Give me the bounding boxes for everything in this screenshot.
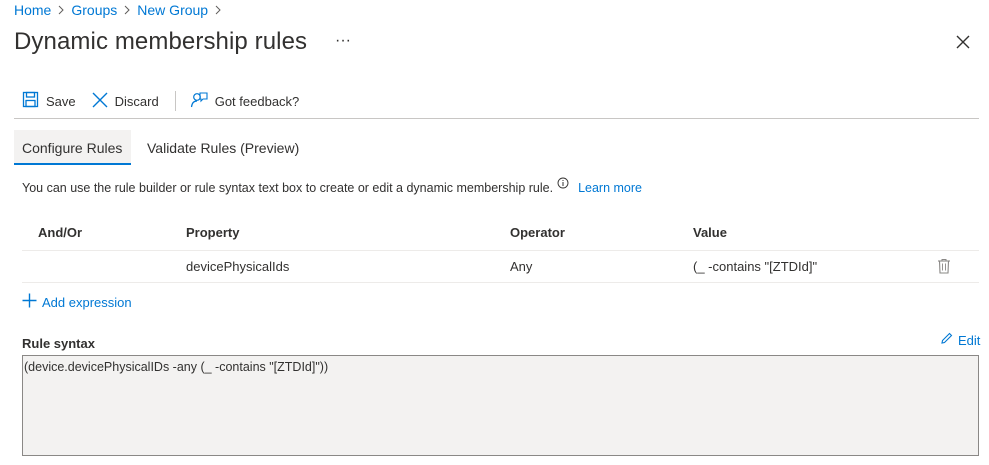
save-label: Save (46, 93, 76, 109)
breadcrumb-home[interactable]: Home (14, 2, 51, 18)
save-icon (22, 91, 39, 111)
page-title: Dynamic membership rules (14, 28, 308, 55)
close-icon[interactable] (952, 31, 974, 53)
column-header-value: Value (693, 225, 727, 240)
chevron-right-icon (57, 2, 65, 18)
edit-button[interactable]: Edit (940, 332, 980, 348)
save-button[interactable]: Save (22, 91, 76, 111)
edit-label: Edit (958, 332, 981, 348)
feedback-label: Got feedback? (214, 93, 300, 109)
discard-button[interactable]: Discard (92, 92, 159, 111)
table-divider (22, 282, 979, 283)
add-expression-label: Add expression (42, 294, 132, 310)
tab-configure-rules[interactable]: Configure Rules (22, 140, 122, 156)
tab-selected-indicator (14, 163, 131, 165)
feedback-icon (190, 91, 208, 112)
rule-operator-cell[interactable]: Any (510, 259, 532, 274)
add-icon (22, 293, 37, 311)
chevron-right-icon (214, 2, 222, 18)
info-icon[interactable] (557, 177, 569, 192)
column-header-and-or: And/Or (38, 225, 83, 240)
rule-value-cell[interactable]: (_ -contains "[ZTDId]" (693, 259, 817, 274)
chevron-right-icon (123, 2, 131, 18)
info-message: You can use the rule builder or rule syn… (22, 177, 642, 195)
add-expression-button[interactable]: Add expression (22, 293, 132, 311)
discard-label: Discard (114, 93, 159, 109)
delete-icon[interactable] (937, 258, 951, 274)
edit-icon (940, 332, 953, 348)
learn-more-link[interactable]: Learn more (578, 181, 642, 195)
breadcrumb-groups[interactable]: Groups (71, 2, 117, 18)
table-divider (22, 250, 979, 251)
breadcrumb: Home Groups New Group (14, 1, 222, 19)
info-text: You can use the rule builder or rule syn… (22, 180, 554, 195)
feedback-button[interactable]: Got feedback? (190, 91, 300, 112)
toolbar-divider (174, 91, 176, 111)
more-icon[interactable]: ··· (335, 32, 351, 50)
rule-syntax-textbox[interactable]: (device.devicePhysicalIDs -any (_ -conta… (22, 355, 979, 456)
rule-property-cell[interactable]: devicePhysicalIds (186, 259, 289, 274)
discard-icon (92, 92, 108, 111)
tab-validate-rules[interactable]: Validate Rules (Preview) (147, 140, 299, 156)
toolbar-divider-line (14, 118, 979, 119)
command-bar: Save Discard Got feedback? (22, 90, 299, 112)
breadcrumb-new-group[interactable]: New Group (137, 2, 208, 18)
column-header-operator: Operator (510, 225, 565, 240)
column-header-property: Property (186, 225, 240, 240)
rule-syntax-label: Rule syntax (22, 336, 95, 351)
